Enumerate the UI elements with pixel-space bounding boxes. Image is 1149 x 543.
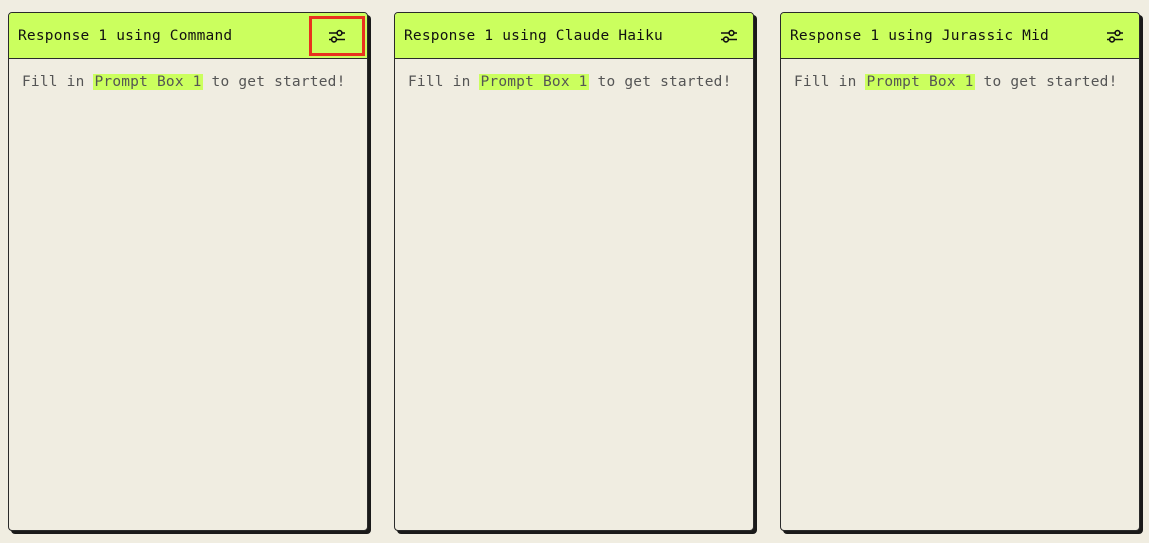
response-body: Fill in Prompt Box 1 to get started! (9, 59, 367, 105)
sliders-icon (721, 29, 737, 43)
body-text-suffix: to get started! (588, 74, 732, 90)
model-settings-button[interactable] (714, 21, 744, 51)
sliders-icon (1107, 29, 1123, 43)
response-panel-command: Response 1 using Command Fill in Prompt … (8, 12, 368, 531)
panel-header: Response 1 using Jurassic Mid (781, 13, 1139, 59)
panel-title: Response 1 using Claude Haiku (404, 27, 663, 44)
model-settings-button[interactable] (309, 15, 365, 56)
prompt-box-reference: Prompt Box 1 (865, 74, 975, 90)
panel-title: Response 1 using Command (18, 27, 233, 44)
body-text-prefix: Fill in (794, 74, 866, 90)
panel-title: Response 1 using Jurassic Mid (790, 27, 1049, 44)
response-body: Fill in Prompt Box 1 to get started! (781, 59, 1139, 105)
panel-header: Response 1 using Claude Haiku (395, 13, 753, 59)
sliders-icon (329, 29, 345, 43)
panel-header: Response 1 using Command (9, 13, 367, 59)
body-text-prefix: Fill in (408, 74, 480, 90)
prompt-box-reference: Prompt Box 1 (479, 74, 589, 90)
body-text-suffix: to get started! (202, 74, 346, 90)
model-settings-button[interactable] (1100, 21, 1130, 51)
response-panel-claude-haiku: Response 1 using Claude Haiku Fill in Pr… (394, 12, 754, 531)
prompt-box-reference: Prompt Box 1 (93, 74, 203, 90)
body-text-prefix: Fill in (22, 74, 94, 90)
response-body: Fill in Prompt Box 1 to get started! (395, 59, 753, 105)
response-panel-jurassic-mid: Response 1 using Jurassic Mid Fill in Pr… (780, 12, 1140, 531)
body-text-suffix: to get started! (974, 74, 1118, 90)
